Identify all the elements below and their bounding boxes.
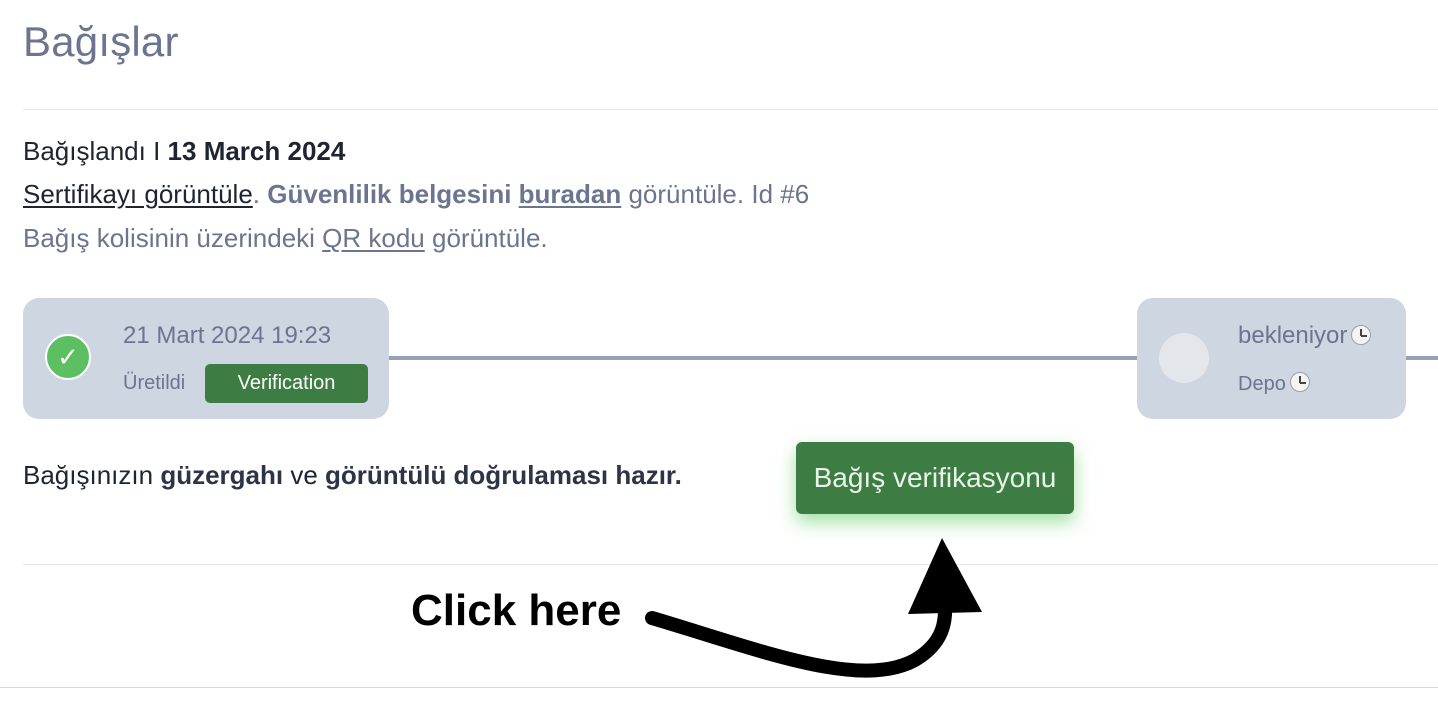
clock-icon	[1289, 372, 1310, 392]
donation-date: 13 March 2024	[167, 136, 346, 166]
status-separator: I	[145, 136, 168, 166]
safety-document-text: Güvenlilik belgesini	[267, 179, 512, 209]
pending-status-text: bekleniyor	[1238, 322, 1348, 349]
view-certificate-link[interactable]: Sertifikayı görüntüle	[23, 179, 253, 209]
verification-badge-button[interactable]: Verification	[205, 364, 368, 403]
pointer-arrow-icon	[645, 538, 982, 678]
clock-icon	[1351, 325, 1372, 345]
bottom-divider	[0, 687, 1438, 688]
safety-document-link[interactable]: buradan	[519, 179, 622, 209]
ready-bold-route: güzergahı	[160, 460, 284, 490]
certificate-line: Sertifikayı görüntüle. Güvenlilik belges…	[23, 179, 809, 210]
check-icon: ✓	[45, 334, 91, 380]
ready-text-2: ve	[283, 460, 326, 490]
qr-prefix-text: Bağış kolisinin üzerindeki	[23, 223, 323, 253]
qr-suffix-text: görüntüle.	[424, 223, 548, 253]
step-datetime: 21 Mart 2024 19:23	[123, 322, 332, 349]
timeline-step-produced: ✓ 21 Mart 2024 19:23 Üretildi Verificati…	[23, 298, 389, 419]
donation-verification-button[interactable]: Bağış verifikasyonu	[796, 442, 1074, 514]
page-title: Bağışlar	[23, 18, 179, 65]
route-ready-message: Bağışınızın güzergahı ve görüntülü doğru…	[23, 460, 682, 491]
certificate-period: .	[252, 179, 268, 209]
view-id-text: görüntüle. Id #6	[621, 179, 810, 209]
step-label-produced: Üretildi	[123, 372, 186, 394]
timeline-step-warehouse: bekleniyor Depo	[1137, 298, 1406, 419]
click-here-annotation: Click here	[411, 586, 622, 635]
step-warehouse: Depo	[1238, 372, 1310, 396]
ready-text-1: Bağışınızın	[23, 460, 161, 490]
step-label-warehouse: Depo	[1238, 373, 1286, 395]
pending-status-icon	[1159, 333, 1209, 383]
header-divider	[23, 109, 1438, 110]
qr-code-link[interactable]: QR kodu	[322, 223, 425, 253]
donation-status-label: Bağışlandı	[23, 136, 146, 166]
step-pending-status: bekleniyor	[1238, 322, 1372, 350]
qr-line: Bağış kolisinin üzerindeki QR kodu görün…	[23, 223, 548, 254]
donation-status-line: Bağışlandı I 13 March 2024	[23, 136, 345, 167]
ready-bold-verification: görüntülü doğrulaması hazır.	[325, 460, 682, 490]
